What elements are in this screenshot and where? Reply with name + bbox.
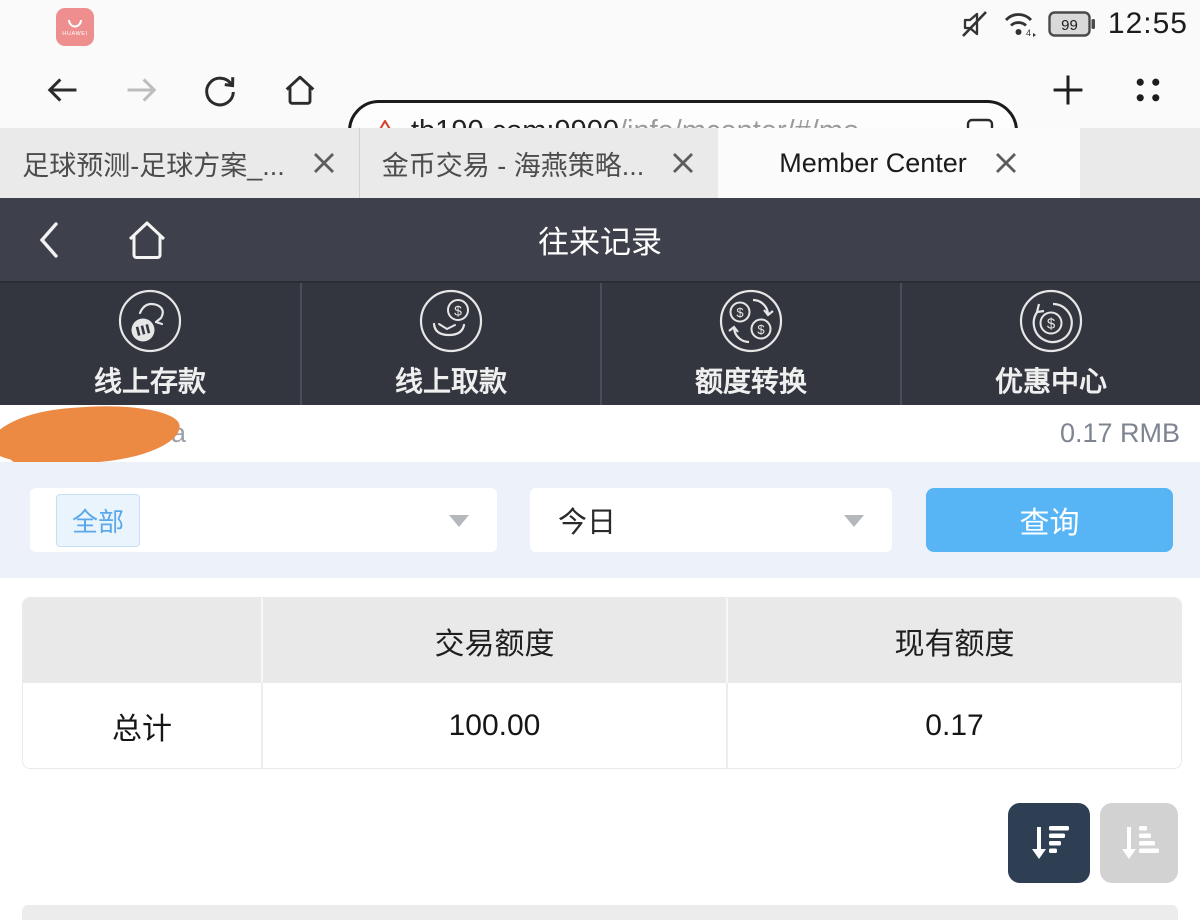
- page-header: 往来记录: [0, 198, 1200, 281]
- tab-bar: 足球预测-足球方案_... 金币交易 - 海燕策略... Member Cent…: [0, 128, 1200, 198]
- next-card-edge: [22, 905, 1178, 920]
- svg-text:4: 4: [1026, 28, 1031, 38]
- tab-label: Member Center: [779, 148, 967, 179]
- transfer-icon: $ $: [718, 288, 784, 354]
- action-label: 优惠中心: [995, 360, 1107, 400]
- promotions-icon: $: [1018, 288, 1084, 354]
- sort-ascending-button[interactable]: [1100, 803, 1178, 883]
- date-selected-value: 今日: [558, 499, 616, 541]
- current-amount: 0.17: [726, 683, 1181, 768]
- tab-member-center[interactable]: Member Center: [718, 128, 1080, 198]
- svg-text:$: $: [736, 305, 744, 320]
- appgallery-notification-icon[interactable]: HUAWEI: [56, 8, 94, 46]
- transaction-amount: 100.00: [261, 683, 726, 768]
- deposit-button[interactable]: 线上存款: [0, 283, 300, 405]
- transfer-button[interactable]: $ $ 额度转换: [600, 283, 900, 405]
- table-header-row: 交易额度 现有额度: [23, 598, 1181, 683]
- page-home-button[interactable]: [122, 215, 172, 265]
- tab-coin-trade[interactable]: 金币交易 - 海燕策略...: [360, 128, 718, 198]
- tab-label: 足球预测-足球方案_...: [22, 144, 285, 183]
- total-label: 总计: [23, 683, 261, 768]
- svg-text:$: $: [757, 322, 765, 337]
- type-selected-chip: 全部: [56, 494, 140, 547]
- battery-icon: 99: [1048, 11, 1096, 37]
- close-icon[interactable]: [993, 150, 1019, 176]
- filter-section: 全部 今日 查询: [0, 462, 1200, 578]
- wifi-icon: 4: [1002, 8, 1036, 40]
- tab-label: 金币交易 - 海燕策略...: [382, 144, 645, 183]
- close-icon[interactable]: [311, 150, 337, 176]
- deposit-icon: [117, 288, 183, 354]
- withdraw-icon: $: [418, 288, 484, 354]
- close-icon[interactable]: [670, 150, 696, 176]
- date-select[interactable]: 今日: [530, 488, 892, 552]
- mute-icon: [960, 9, 990, 39]
- account-row: ia 0.17 RMB: [0, 405, 1200, 462]
- summary-table: 交易额度 现有额度 总计 100.00 0.17: [22, 597, 1182, 769]
- sort-descending-button[interactable]: [1008, 803, 1090, 883]
- table-row-total: 总计 100.00 0.17: [23, 683, 1181, 768]
- balance-amount: 0.17 RMB: [1060, 405, 1180, 462]
- table-header-transaction: 交易额度: [261, 598, 726, 683]
- page-back-button[interactable]: [34, 218, 64, 262]
- type-select[interactable]: 全部: [30, 488, 497, 552]
- menu-button[interactable]: [1128, 70, 1168, 110]
- svg-text:$: $: [1047, 316, 1056, 333]
- status-bar: HUAWEI 4 99 12:55: [0, 0, 1200, 48]
- table-header-current: 现有额度: [726, 598, 1181, 683]
- action-label: 额度转换: [695, 360, 807, 400]
- tab-bar-filler: [1080, 128, 1200, 198]
- refresh-button[interactable]: [200, 70, 240, 110]
- home-button[interactable]: [280, 70, 320, 110]
- new-tab-button[interactable]: [1048, 70, 1088, 110]
- withdraw-button[interactable]: $ 线上取款: [300, 283, 600, 405]
- browser-toolbar: tb190.com:9900/infe/mcenter/#/mo: [0, 48, 1200, 128]
- sort-descending-icon: [1026, 820, 1072, 866]
- page-title: 往来记录: [0, 198, 1200, 281]
- query-button[interactable]: 查询: [926, 488, 1173, 552]
- action-label: 线上存款: [94, 360, 206, 400]
- back-button[interactable]: [42, 70, 82, 110]
- quick-actions-bar: 线上存款 $ 线上取款 $ $: [0, 281, 1200, 405]
- promotions-button[interactable]: $ 优惠中心: [900, 283, 1200, 405]
- svg-text:99: 99: [1061, 17, 1078, 34]
- svg-text:HUAWEI: HUAWEI: [62, 31, 87, 37]
- chevron-down-icon: [449, 515, 469, 527]
- forward-button[interactable]: [122, 70, 162, 110]
- table-header-blank: [23, 598, 261, 683]
- chevron-down-icon: [844, 515, 864, 527]
- svg-text:$: $: [454, 303, 462, 319]
- action-label: 线上取款: [395, 360, 507, 400]
- tab-football[interactable]: 足球预测-足球方案_...: [0, 128, 360, 198]
- clock-time: 12:55: [1108, 7, 1188, 41]
- sort-ascending-icon: [1116, 820, 1162, 866]
